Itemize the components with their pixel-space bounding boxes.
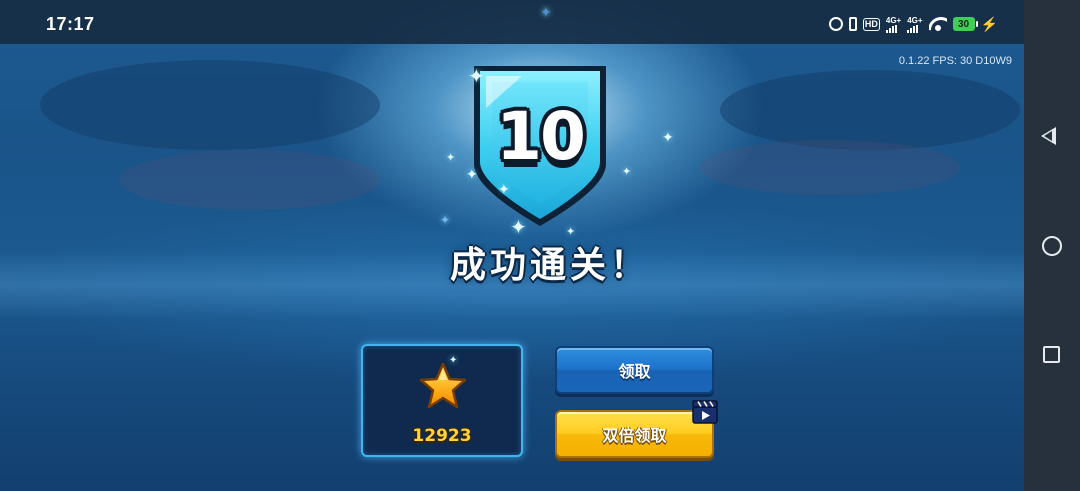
charging-icon: ⚡ — [980, 15, 998, 32]
reward-count: 12923 — [412, 426, 472, 446]
recents-icon[interactable] — [1043, 346, 1060, 363]
net-label-2: 4G+ — [907, 15, 923, 25]
back-icon[interactable] — [1041, 127, 1056, 145]
home-icon[interactable] — [1042, 236, 1062, 256]
signal-4g-icon: 4G+ — [885, 15, 902, 33]
navigation-bar — [1024, 0, 1080, 491]
level-complete-title: 成功通关！ — [449, 245, 650, 286]
sparkle-icon: ✦ — [446, 151, 456, 164]
reward-card: ✦ 12923 — [361, 344, 523, 457]
status-time: 17:17 — [46, 14, 95, 34]
status-bar: 17:17 HD 4G+ 4G+ 30 ⚡ — [0, 0, 1024, 44]
sparkle-icon: ✦ — [440, 213, 451, 227]
fps-debug-text: 0.1.22 FPS: 30 D10W9 — [898, 55, 1012, 67]
sparkle-icon: ✦ — [466, 167, 478, 183]
battery-icon: 30 — [952, 17, 978, 31]
sparkle-icon: ✦ — [622, 165, 632, 178]
star-icon — [419, 362, 467, 409]
wifi-icon — [929, 17, 947, 31]
status-icons: HD 4G+ 4G+ 30 ⚡ — [828, 14, 998, 34]
sparkle-icon: ✦ — [498, 182, 510, 198]
sparkle-icon: ✦ — [540, 5, 552, 21]
sparkle-icon: ✦ — [662, 130, 674, 146]
alarm-icon — [828, 17, 843, 31]
signal-4g-icon: 4G+ — [907, 15, 923, 33]
net-label-1: 4G+ — [885, 15, 902, 25]
sparkle-icon: ✦ — [468, 64, 485, 88]
sparkle-icon: ✦ — [510, 215, 527, 239]
double-claim-button-label: 双倍领取 — [602, 426, 667, 445]
level-badge: 10 — [462, 60, 618, 230]
sparkle-icon: ✦ — [449, 355, 458, 366]
hd-icon: HD — [862, 17, 880, 31]
double-claim-button[interactable]: 双倍领取 — [555, 410, 714, 458]
claim-button-label: 领取 — [618, 362, 651, 381]
vibrate-icon — [848, 17, 857, 31]
video-clapper-icon[interactable] — [692, 400, 718, 424]
level-number: 10 — [496, 98, 586, 175]
claim-button[interactable]: 领取 — [555, 346, 714, 394]
